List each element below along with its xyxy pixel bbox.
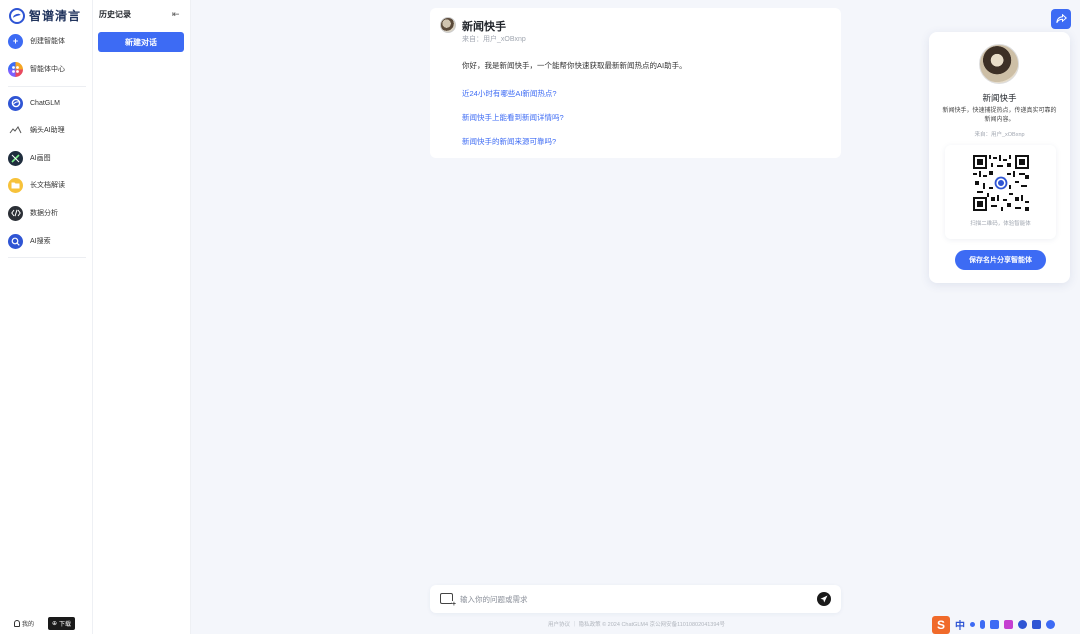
history-title: 历史记录: [99, 10, 131, 19]
logo[interactable]: 智谱清言: [9, 7, 81, 24]
nav-label: 数据分析: [30, 210, 58, 217]
share-icon: [1055, 14, 1067, 24]
nav-item-chatglm[interactable]: ChatGLM: [8, 94, 88, 112]
ime-logo[interactable]: S: [932, 615, 950, 634]
nav-item-data-analysis[interactable]: 数据分析: [8, 204, 88, 222]
agent-avatar: [440, 17, 456, 33]
nav-label: 蜗头AI助理: [30, 127, 65, 134]
bottom-left-bar: 我的 ⊕ 下载: [0, 612, 93, 634]
mine-button[interactable]: 我的: [14, 619, 34, 628]
microphone-icon[interactable]: [980, 620, 985, 629]
search-icon: [8, 233, 23, 249]
share-button[interactable]: [1051, 9, 1071, 29]
skin-icon[interactable]: [1004, 620, 1013, 629]
upload-file-icon[interactable]: [440, 593, 456, 608]
nav-label: ChatGLM: [30, 99, 60, 107]
draw-icon: [8, 150, 23, 166]
keyboard-icon[interactable]: [990, 620, 999, 629]
nav-item-assistant[interactable]: 蜗头AI助理: [8, 121, 88, 139]
chatglm-icon: [8, 95, 23, 111]
logo-text: 智谱清言: [29, 9, 82, 23]
mine-label: 我的: [22, 621, 35, 628]
agent-intro: 你好，我是新闻快手，一个能帮你快速获取最新新闻热点的AI助手。: [462, 61, 687, 70]
nav-label: AI画图: [30, 155, 51, 162]
qr-panel: 扫描二维码，体验智能体: [945, 145, 1056, 239]
folder-icon: [8, 177, 23, 193]
qr-caption: 扫描二维码，体验智能体: [970, 221, 1031, 227]
history-panel: 历史记录 ⇤ 新建对话: [93, 0, 191, 634]
suggestion-item[interactable]: 近24小时有哪些AI新闻热点?: [462, 88, 557, 99]
left-nav: 智谱清言 + 创建智能体 智能体中心 ChatGLM 蜗头AI助理 AI画图 长…: [0, 0, 93, 634]
suggestion-item[interactable]: 新闻快手上能看到新闻详情吗?: [462, 112, 564, 123]
send-icon: [820, 595, 828, 603]
punctuation-icon[interactable]: [970, 622, 975, 627]
chat-input[interactable]: [460, 591, 800, 607]
agent-name: 新闻快手: [462, 21, 506, 33]
nav-divider: [8, 257, 86, 258]
profile-description: 新闻快手，快速捕捉热点，传递真实可靠的新闻内容。: [942, 108, 1057, 123]
toolbox-icon[interactable]: [1032, 620, 1041, 629]
emoji-icon[interactable]: [1018, 620, 1027, 629]
main-area: 新闻快手 来自：用户_xOBxnp 你好，我是新闻快手，一个能帮你快速获取最新新…: [191, 0, 1080, 634]
qr-code: [973, 155, 1029, 211]
ime-lang-toggle[interactable]: 中: [955, 617, 965, 632]
nav-label: 智能体中心: [30, 66, 65, 73]
nav-item-agent-center[interactable]: 智能体中心: [8, 60, 88, 78]
assistant-icon: [8, 122, 23, 138]
ime-toolbar: S 中: [932, 615, 1055, 634]
download-label: 下载: [59, 621, 72, 628]
nav-item-create-agent[interactable]: + 创建智能体: [8, 32, 88, 50]
nav-label: 长文档解读: [30, 182, 65, 189]
logo-icon: [9, 7, 25, 24]
agent-profile-card: 新闻快手 新闻快手，快速捕捉热点，传递真实可靠的新闻内容。 来自：用户_xOBx…: [929, 32, 1070, 283]
send-button[interactable]: [817, 592, 831, 606]
nav-item-long-doc[interactable]: 长文档解读: [8, 176, 88, 194]
nav-label: 创建智能体: [30, 38, 65, 45]
profile-avatar: [979, 44, 1019, 84]
suggestion-item[interactable]: 新闻快手的新闻来源可靠吗?: [462, 136, 556, 147]
apps-icon: [8, 61, 23, 77]
agent-welcome-card: 新闻快手 来自：用户_xOBxnp 你好，我是新闻快手，一个能帮你快速获取最新新…: [430, 8, 841, 158]
download-button[interactable]: ⊕ 下载: [48, 616, 76, 630]
nav-label: AI搜索: [30, 238, 51, 245]
plus-icon: +: [8, 33, 23, 49]
chat-input-bar: [430, 585, 841, 613]
profile-source: 来自：用户_xOBxnp: [974, 132, 1025, 138]
settings-icon[interactable]: [1046, 620, 1055, 629]
save-card-button[interactable]: 保存名片分享智能体: [955, 250, 1046, 270]
nav-divider: [8, 86, 86, 87]
person-icon: [14, 619, 20, 627]
footer: 用户协议 ｜ 隐私政策 © 2024 ChatGLM4 京公网安备1101080…: [548, 622, 725, 628]
nav-item-ai-search[interactable]: AI搜索: [8, 232, 88, 250]
collapse-sidebar-icon[interactable]: ⇤: [172, 9, 180, 20]
nav-item-ai-draw[interactable]: AI画图: [8, 149, 88, 167]
profile-name: 新闻快手: [982, 93, 1017, 103]
new-chat-button[interactable]: 新建对话: [98, 32, 184, 52]
code-icon: [8, 205, 23, 221]
download-icon: ⊕: [52, 620, 58, 627]
agent-source: 来自：用户_xOBxnp: [462, 36, 526, 43]
